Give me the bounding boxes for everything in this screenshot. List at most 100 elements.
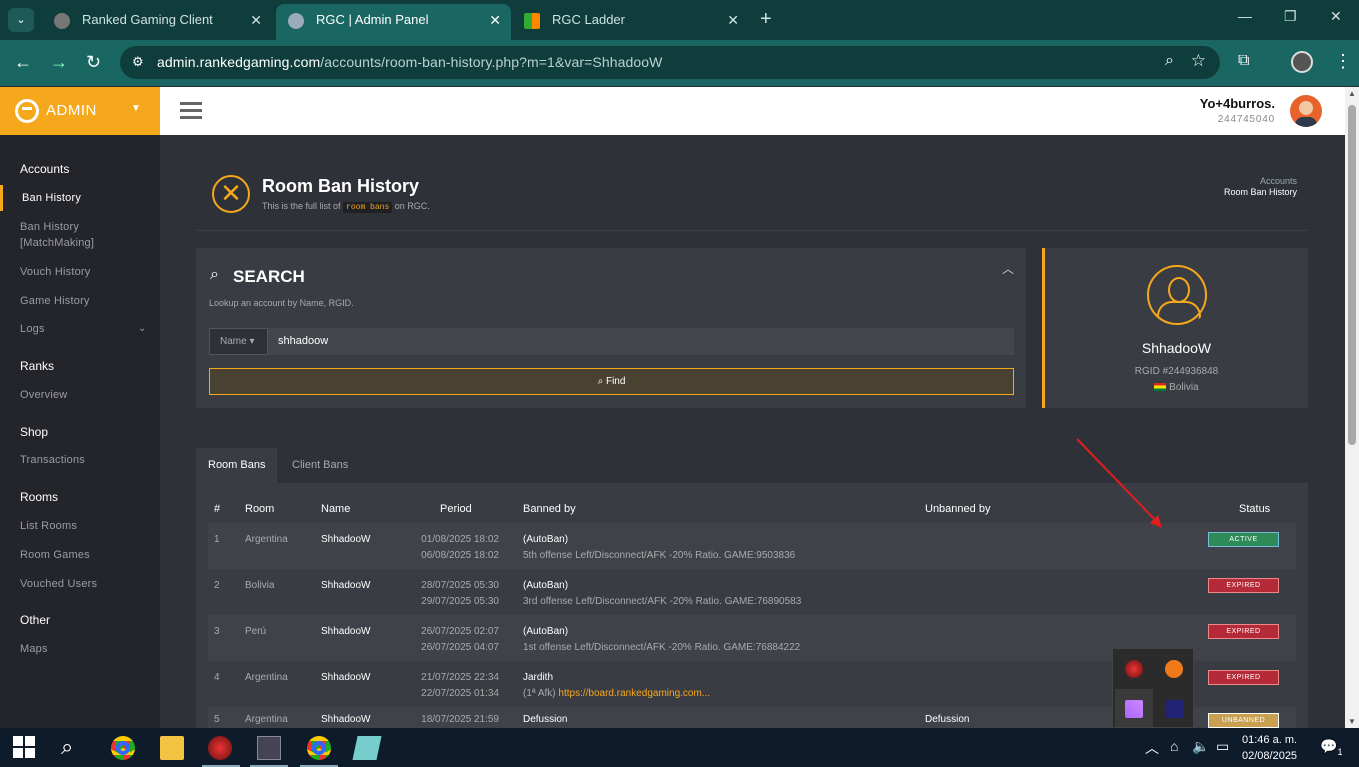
scroll-down-icon[interactable]: ▼ [1348,717,1356,726]
search-type-select[interactable]: Name ▾ [209,328,268,355]
subtitle-pre: This is the full list of [262,201,341,211]
bookmark-star-icon[interactable]: ☆ [1191,51,1206,71]
usb-icon[interactable]: ⌂ [1170,738,1178,754]
col-header-name: Name [321,503,351,515]
minimize-icon[interactable]: — [1238,8,1252,24]
sidebar-heading-ranks: Ranks [20,359,55,373]
browser-tab-admin[interactable]: RGC | Admin Panel ✕ [276,4,511,40]
row-name[interactable]: ShhadooW [321,712,370,728]
collapse-chevron-icon[interactable]: ︿ [1002,260,1014,277]
search-input[interactable]: shhadoow [268,328,1014,355]
sidebar-item-game-history[interactable]: Game History [20,293,90,309]
sidebar-item-overview[interactable]: Overview [20,387,67,403]
site-header: ADMIN ▼ Yo+4burros. 244745040 [0,87,1345,135]
status-badge: UNBANNED [1208,713,1279,728]
restore-icon[interactable]: ❐ [1284,8,1297,25]
reload-icon[interactable]: ↻ [86,52,101,73]
rgc-tray-icon[interactable] [1125,660,1143,678]
site-info-icon[interactable]: ⚙ [132,54,144,70]
row-name[interactable]: ShhadooW [321,578,370,594]
warcraft-taskbar-icon[interactable] [257,736,281,760]
window-close-icon[interactable]: ✕ [1330,8,1342,25]
tray-chevron-icon[interactable]: ︿ [1145,738,1159,758]
row-room: Bolivia [245,580,275,591]
forum-link[interactable]: https://board.rankedgaming.com... [558,688,710,699]
network-tray-icon[interactable] [1165,700,1183,718]
period-to: 29/07/2025 05:30 [421,596,499,607]
taskbar-clock[interactable]: 01:46 a. m. 02/08/2025 [1242,732,1297,764]
sidebar-item-transactions[interactable]: Transactions [20,452,85,468]
tab-client-bans[interactable]: Client Bans [280,448,360,483]
row-name[interactable]: ShhadooW [321,624,370,640]
tab-room-bans[interactable]: Room Bans [196,448,278,483]
search-icon: ⌕ [210,266,219,283]
ban-reason: (1ª Afk) [523,688,556,699]
breadcrumb-accounts[interactable]: Accounts [1224,176,1297,187]
close-tab-icon[interactable]: ✕ [250,4,262,36]
close-tab-icon[interactable]: ✕ [489,4,501,36]
file-explorer-icon[interactable] [160,736,184,760]
status-badge: ACTIVE [1208,532,1279,547]
profile-card: ShhadooW RGID #244936848 Bolivia [1042,248,1308,408]
browser-menu-icon[interactable]: ⋮ [1334,51,1352,72]
row-room: Perú [245,626,267,637]
omnibox[interactable]: ⚙ admin.rankedgaming.com/accounts/room-b… [120,46,1220,79]
back-icon[interactable]: ← [14,52,32,73]
sidebar-item-logs[interactable]: Logs [20,321,45,337]
row-banned-by: (AutoBan) 3rd offense Left/Disconnect/AFK… [523,578,801,610]
sidebar-item-maps[interactable]: Maps [20,641,48,657]
url-host: admin.rankedgaming.com [157,54,321,70]
network-icon[interactable]: ▭ [1216,738,1229,755]
windows-start-icon[interactable] [13,736,37,760]
chrome-active-taskbar-icon[interactable] [307,736,331,760]
row-unbanned-by: Defussion [925,714,970,725]
brand-dropdown[interactable]: ADMIN ▼ [0,87,160,135]
sidebar-item-vouch-history[interactable]: Vouch History [20,264,90,280]
globe-favicon-icon [288,13,304,29]
zoom-icon[interactable]: ⌕ [1165,52,1174,70]
sidebar-item-vouched-users[interactable]: Vouched Users [20,576,97,592]
sidebar-item-room-games[interactable]: Room Games [20,547,90,563]
user-avatar[interactable] [1290,95,1322,127]
search-icon: ⌕ [597,376,604,387]
period-from: 28/07/2025 05:30 [421,580,499,591]
sidebar-item-ban-history-matchmaking[interactable]: Ban History [MatchMaking] [20,219,130,251]
brand-label: ADMIN [46,102,97,119]
notepad-taskbar-icon[interactable] [352,736,382,760]
scrollbar-thumb[interactable] [1348,105,1356,445]
profile-avatar[interactable] [1291,51,1313,73]
new-tab-icon[interactable]: + [760,8,772,31]
search-icon[interactable]: ⌕ [61,736,85,760]
table-row[interactable]: 2 Bolivia ShhadooW 28/07/2025 05:30 29/07… [208,569,1296,615]
avast-tray-icon[interactable] [1165,660,1183,678]
volume-icon[interactable]: 🔈 [1192,738,1209,755]
sidebar-item-ban-history[interactable]: Ban History [0,185,160,211]
user-info[interactable]: Yo+4burros. 244745040 [1200,96,1275,125]
address-toolbar: ← → ↻ ⚙ admin.rankedgaming.com/accounts/… [0,40,1359,86]
url-path: /accounts/room-ban-history.php?m=1&var=S… [320,54,663,70]
breadcrumb-current: Room Ban History [1223,187,1297,197]
row-name[interactable]: ShhadooW [321,670,370,686]
chrome-taskbar-icon[interactable] [111,736,135,760]
browser-tab-ladder[interactable]: RGC Ladder ✕ [512,4,749,40]
find-label: Find [605,376,626,387]
tab-search-dropdown[interactable]: ⌄ [8,8,34,32]
sidebar-item-list-rooms[interactable]: List Rooms [20,518,77,534]
feather-tray-icon[interactable] [1125,700,1143,718]
hamburger-menu-icon[interactable] [180,102,202,120]
url-text[interactable]: admin.rankedgaming.com/accounts/room-ban… [157,54,662,70]
col-header-banned-by: Banned by [523,503,576,515]
bolivia-flag-icon [1154,383,1167,392]
rgc-taskbar-icon[interactable] [208,736,232,760]
forward-icon[interactable]: → [50,52,68,73]
notification-center-icon[interactable]: 💬1 [1320,738,1342,757]
close-tab-icon[interactable]: ✕ [727,4,739,36]
find-button[interactable]: ⌕ Find [209,368,1014,395]
row-name[interactable]: ShhadooW [321,532,370,548]
extensions-icon[interactable]: ⧉ [1238,52,1249,70]
tab-title: RGC | Admin Panel [316,12,429,27]
browser-tab-client[interactable]: Ranked Gaming Client ✕ [42,4,272,40]
page-scrollbar[interactable]: ▲ ▼ [1345,87,1359,728]
scroll-up-icon[interactable]: ▲ [1348,89,1356,98]
windows-taskbar: ⌕ ︿ ⌂ 🔈 ▭ 01:46 a. m. 02/08/2025 💬1 [0,728,1359,767]
